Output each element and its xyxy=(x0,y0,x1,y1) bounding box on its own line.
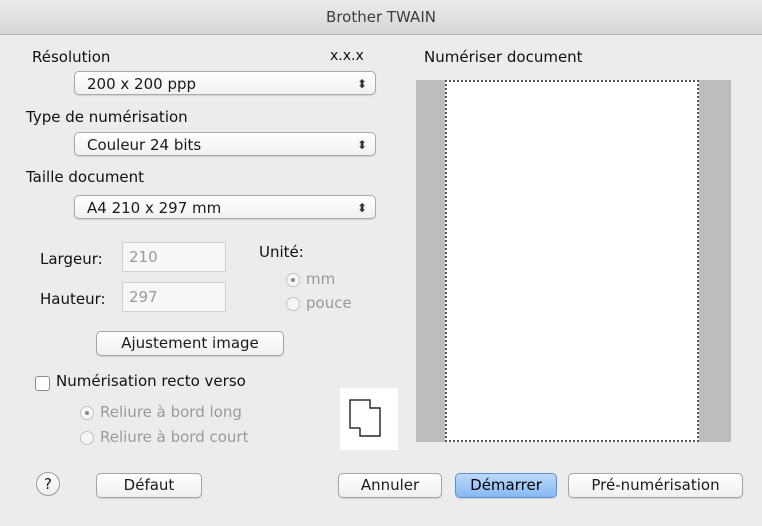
up-down-arrows-icon: ⬍ xyxy=(356,138,367,152)
binding-short-radio[interactable] xyxy=(80,431,94,445)
unit-label: Unité: xyxy=(259,243,304,261)
unit-inch-label: pouce xyxy=(306,294,352,312)
up-down-arrows-icon: ⬍ xyxy=(356,201,367,215)
height-label: Hauteur: xyxy=(40,290,106,308)
duplex-label: Numérisation recto verso xyxy=(56,372,246,390)
twain-dialog: Brother TWAIN Résolution x.x.x 200 x 200… xyxy=(0,0,762,526)
height-field[interactable]: 297 xyxy=(122,282,226,312)
preview-title: Numériser document xyxy=(424,48,583,66)
width-label: Largeur: xyxy=(40,250,103,268)
scan-type-value: Couleur 24 bits xyxy=(87,136,202,154)
binding-short-label: Reliure à bord court xyxy=(100,428,249,446)
prescan-button[interactable]: Pré-numérisation xyxy=(568,473,743,498)
preview-page xyxy=(445,80,699,442)
doc-size-popup[interactable]: A4 210 x 297 mm ⬍ xyxy=(74,195,376,219)
cancel-button[interactable]: Annuler xyxy=(338,473,442,498)
resolution-label: Résolution xyxy=(32,48,111,66)
width-field[interactable]: 210 xyxy=(122,242,226,272)
unit-inch-radio[interactable] xyxy=(286,297,300,311)
up-down-arrows-icon: ⬍ xyxy=(356,77,367,91)
binding-long-label: Reliure à bord long xyxy=(100,403,242,421)
start-button[interactable]: Démarrer xyxy=(455,473,557,498)
adjust-image-button[interactable]: Ajustement image xyxy=(96,331,284,356)
duplex-pages-icon xyxy=(340,388,398,450)
doc-size-value: A4 210 x 297 mm xyxy=(87,199,222,217)
scan-type-popup[interactable]: Couleur 24 bits ⬍ xyxy=(74,132,376,156)
default-button[interactable]: Défaut xyxy=(96,473,202,498)
unit-mm-label: mm xyxy=(306,270,336,288)
unit-mm-radio[interactable] xyxy=(286,273,300,287)
doc-size-label: Taille document xyxy=(26,168,145,186)
help-button[interactable]: ? xyxy=(36,472,60,496)
preview-area[interactable] xyxy=(416,80,731,442)
duplex-checkbox[interactable] xyxy=(35,376,50,391)
resolution-value: 200 x 200 ppp xyxy=(87,75,197,93)
scan-type-label: Type de numérisation xyxy=(26,108,188,126)
version-text: x.x.x xyxy=(330,48,364,64)
binding-long-radio[interactable] xyxy=(80,406,94,420)
window-title: Brother TWAIN xyxy=(0,0,762,35)
resolution-popup[interactable]: 200 x 200 ppp ⬍ xyxy=(74,71,376,95)
